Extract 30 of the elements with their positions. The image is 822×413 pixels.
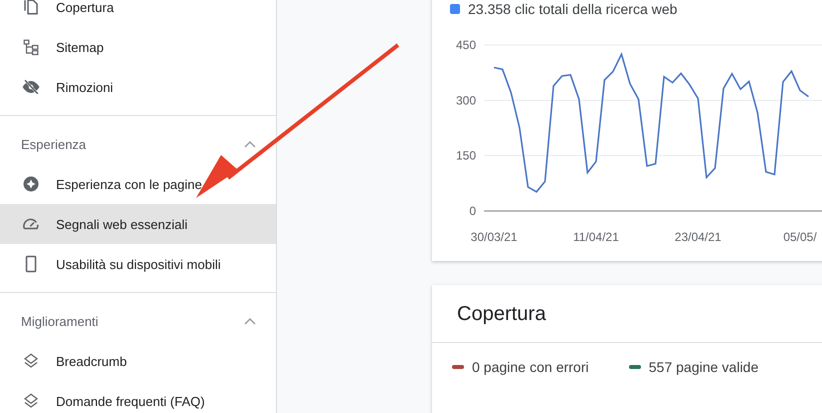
sidebar-item[interactable]: Usabilità su dispositivi mobili <box>0 244 276 284</box>
layers-icon <box>22 392 40 410</box>
axis-tick-label: 30/03/21 <box>470 230 518 244</box>
layers-icon <box>22 352 40 370</box>
chevron-icon[interactable] <box>244 317 256 325</box>
sidebar-item[interactable]: Rimozioni <box>0 67 276 107</box>
legend-item: 0 pagine con errori <box>452 359 589 375</box>
legend-item: 23.358 clic totali della ricerca web <box>450 1 678 17</box>
sidebar-item[interactable]: Copertura <box>0 0 276 27</box>
sidebar-item[interactable]: Sitemap <box>0 27 276 67</box>
page-icon <box>22 0 40 16</box>
hidden-eye-icon <box>22 78 40 96</box>
sidebar-item[interactable]: Esperienza con le pagine <box>0 164 276 204</box>
axis-tick-label: 05/05/ <box>783 230 817 244</box>
card-title: Copertura <box>432 285 822 343</box>
axis-tick-label: 0 <box>469 204 476 218</box>
sidebar-item[interactable]: Segnali web essenziali <box>0 204 276 244</box>
sidebar-item[interactable]: Domande frequenti (FAQ) <box>0 381 276 413</box>
axis-tick-label: 11/04/21 <box>573 230 619 244</box>
axis-tick-label: 150 <box>456 148 476 163</box>
sitemap-icon <box>22 38 40 56</box>
chevron-icon[interactable] <box>244 140 256 148</box>
legend-item: 557 pagine valide <box>628 359 759 375</box>
section-header: Miglioramenti <box>21 314 98 328</box>
section-header: Esperienza <box>21 136 86 152</box>
axis-tick-label: 23/04/21 <box>674 230 722 244</box>
axis-tick-label: 300 <box>456 93 476 108</box>
sidebar-item[interactable]: Breadcrumb <box>0 341 276 381</box>
axis-tick-label: 450 <box>456 38 476 52</box>
badge-icon <box>22 175 40 193</box>
